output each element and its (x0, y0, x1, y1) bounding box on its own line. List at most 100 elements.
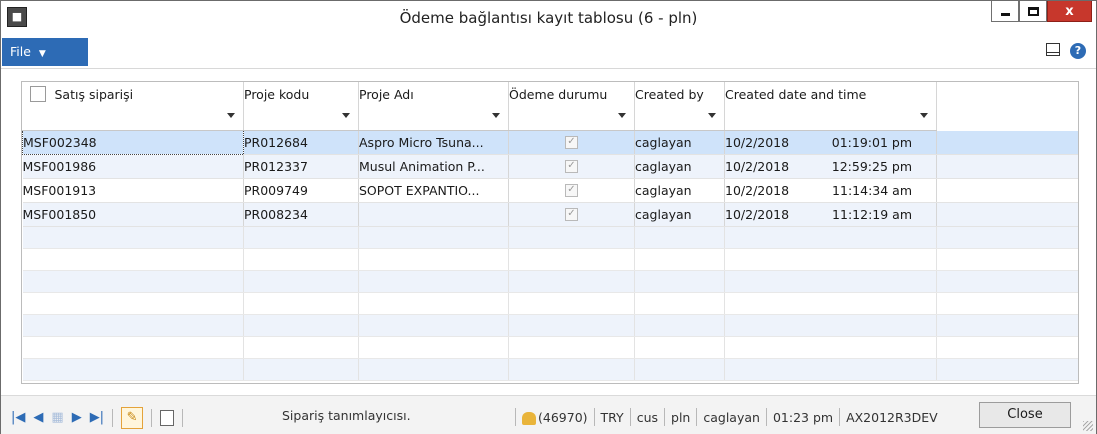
divider (765, 408, 767, 426)
close-button[interactable]: Close (979, 402, 1071, 428)
payment-status-checkbox[interactable]: ✓ (565, 184, 578, 197)
column-header-project-code[interactable]: Proje kodu (243, 82, 359, 106)
time-indicator: 01:23 pm (772, 409, 834, 425)
divider (696, 408, 698, 426)
resize-grip[interactable] (1083, 421, 1093, 431)
empty-cell (358, 226, 509, 249)
help-icon[interactable]: ? (1070, 43, 1086, 59)
cell-project-name[interactable]: Musul Animation P... (358, 154, 509, 179)
cell-created-by-text: caglayan (635, 135, 692, 150)
empty-cell (634, 226, 725, 249)
empty-cell (508, 292, 635, 315)
cell-project-name[interactable]: Aspro Micro Tsuna... (358, 130, 509, 155)
cell-project-code[interactable]: PR009749 (243, 178, 359, 203)
filter-payment-status[interactable] (508, 106, 635, 131)
cell-order[interactable]: MSF001986 (22, 154, 244, 179)
payment-status-checkbox[interactable]: ✓ (565, 160, 578, 173)
table-row[interactable]: MSF001986 PR012337 Musul Animation P... ✓ ca… (22, 154, 1078, 179)
cell-created-date[interactable]: 10/2/2018 01:19:01 pm (724, 130, 937, 155)
first-record-icon[interactable]: |◀ (11, 411, 25, 425)
empty-cell (724, 292, 937, 315)
table-row[interactable]: MSF001913 PR009749 SOPOT EXPANTIO... ✓ cagla… (22, 178, 1078, 203)
minimize-button[interactable] (991, 1, 1019, 22)
cell-time-text: 01:19:01 pm (831, 135, 912, 150)
empty-cell (936, 336, 1078, 359)
chevron-down-icon (492, 113, 500, 118)
cell-order[interactable]: MSF001850 (22, 202, 244, 227)
empty-cell (22, 292, 244, 315)
payment-status-checkbox[interactable]: ✓ (565, 136, 578, 149)
payment-status-checkbox[interactable]: ✓ (565, 208, 578, 221)
cell-created-date[interactable]: 10/2/2018 12:59:25 pm (724, 154, 937, 179)
currency-indicator[interactable]: TRY (601, 410, 624, 425)
ribbon-icons: ? (1046, 43, 1086, 59)
company-indicator[interactable]: cus (637, 410, 658, 425)
empty-cell (243, 314, 359, 337)
cell-order-text: MSF001850 (22, 207, 97, 222)
column-header-filler (937, 82, 1079, 106)
empty-cell (243, 336, 359, 359)
cell-project-code[interactable]: PR008234 (243, 202, 359, 227)
cell-project-code-text: PR009749 (244, 183, 308, 198)
cell-created-by[interactable]: caglayan (634, 202, 725, 227)
empty-cell (243, 292, 359, 315)
cell-payment-status[interactable]: ✓ (508, 202, 635, 227)
last-record-icon[interactable]: ▶| (90, 411, 104, 425)
maximize-button[interactable] (1019, 1, 1047, 22)
column-header-order[interactable]: Satış siparişi (22, 82, 244, 106)
notifications-indicator[interactable]: (46970) (522, 410, 588, 425)
filter-project-name[interactable] (358, 106, 509, 131)
layout-toggle-icon[interactable] (1046, 43, 1060, 56)
empty-cell (936, 248, 1078, 271)
cell-project-code[interactable]: PR012337 (243, 154, 359, 179)
cell-date-text: 10/2/2018 (725, 183, 790, 198)
attachment-icon[interactable] (160, 410, 175, 426)
close-window-button[interactable]: x (1047, 1, 1092, 22)
filter-order[interactable] (22, 106, 244, 131)
cell-payment-status[interactable]: ✓ (508, 178, 635, 203)
close-icon: x (1065, 3, 1074, 19)
column-header-payment-status[interactable]: Ödeme durumu (508, 82, 635, 106)
divider (182, 409, 184, 427)
column-header-created-date[interactable]: Created date and time (724, 82, 937, 106)
cell-created-date[interactable]: 10/2/2018 11:14:34 am (724, 178, 937, 203)
table-row[interactable]: MSF002348 PR012684 Aspro Micro Tsuna... ✓ ca… (22, 130, 1078, 155)
filter-row (22, 106, 1079, 131)
next-record-icon[interactable]: ▶ (72, 411, 82, 425)
empty-cell (243, 226, 359, 249)
grid-view-icon[interactable]: ▦ (51, 411, 63, 425)
cell-payment-status[interactable]: ✓ (508, 154, 635, 179)
table-row[interactable]: MSF001850 PR008234 ✓ caglayan 10/2/2018 11:12… (22, 202, 1078, 227)
user-indicator[interactable]: caglayan (703, 410, 760, 425)
empty-cell (508, 358, 635, 381)
chevron-down-icon (708, 113, 716, 118)
notifications-count: (46970) (538, 409, 588, 425)
records-grid: Satış siparişi Proje kodu Proje Adı Ödem… (21, 81, 1079, 384)
cell-payment-status[interactable]: ✓ (508, 130, 635, 155)
cell-created-by[interactable]: caglayan (634, 178, 725, 203)
select-all-checkbox[interactable] (29, 86, 46, 102)
cell-project-name[interactable] (358, 202, 509, 227)
edit-mode-icon[interactable]: ✎ (121, 407, 144, 429)
empty-cell (936, 270, 1078, 293)
filter-created-date[interactable] (724, 106, 937, 131)
filter-created-by[interactable] (634, 106, 725, 131)
cell-created-by[interactable]: caglayan (634, 154, 725, 179)
cell-created-by[interactable]: caglayan (634, 130, 725, 155)
cell-created-date[interactable]: 10/2/2018 11:12:19 am (724, 202, 937, 227)
cell-project-name[interactable]: SOPOT EXPANTIO... (358, 178, 509, 203)
cell-order[interactable]: MSF002348 (22, 130, 244, 155)
partition-indicator[interactable]: pln (671, 410, 690, 425)
empty-cell (358, 358, 509, 381)
empty-cell (724, 248, 937, 271)
column-header-project-name[interactable]: Proje Adı (358, 82, 509, 106)
filter-project-code[interactable] (243, 106, 359, 131)
empty-cell (358, 336, 509, 359)
column-header-created-by[interactable]: Created by (634, 82, 725, 106)
previous-record-icon[interactable]: ◀ (33, 411, 43, 425)
cell-project-code[interactable]: PR012684 (243, 130, 359, 155)
file-menu-button[interactable]: File ▼ (2, 38, 88, 66)
empty-cell (508, 336, 635, 359)
filter-filler (937, 106, 1079, 131)
cell-order[interactable]: MSF001913 (22, 178, 244, 203)
